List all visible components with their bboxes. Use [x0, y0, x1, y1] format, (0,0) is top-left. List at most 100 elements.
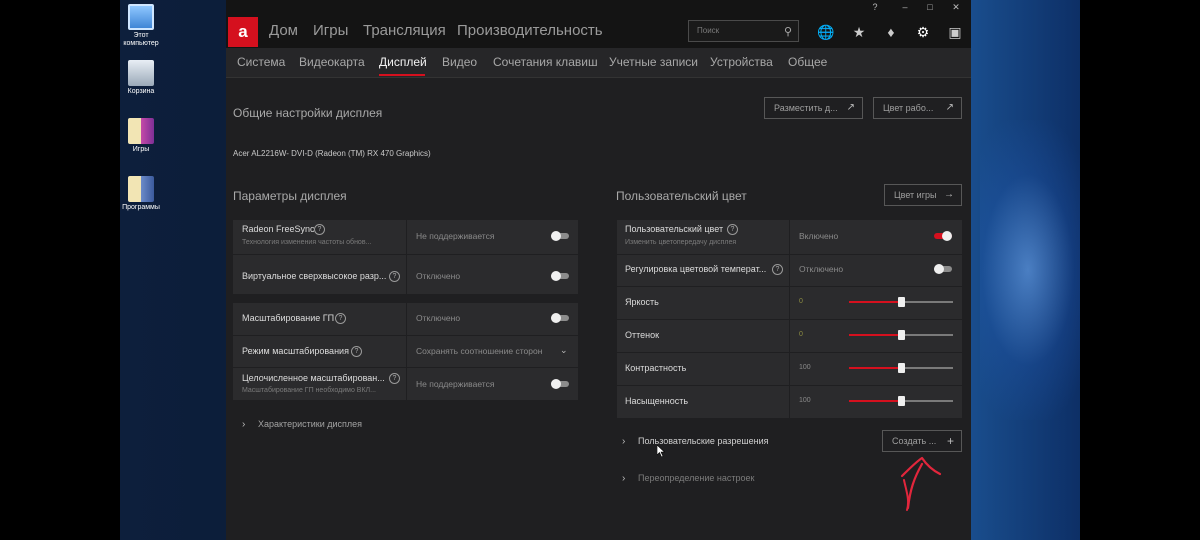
slider-handle[interactable]: [898, 363, 905, 373]
desktop-icon-games[interactable]: Игры: [120, 118, 162, 154]
hand-drawn-arrow-annotation: [900, 456, 942, 511]
slider-handle[interactable]: [898, 297, 905, 307]
close-button[interactable]: ✕: [945, 0, 967, 14]
chevron-right-icon: ›: [622, 436, 626, 447]
desktop-icon-this-pc[interactable]: Этот компьютер: [120, 4, 162, 48]
nav-performance[interactable]: Производительность: [457, 22, 603, 39]
tab-general[interactable]: Общее: [788, 55, 827, 69]
scaling-mode-title: Режим масштабирования: [242, 346, 349, 356]
custom-color-toggle[interactable]: [934, 231, 952, 241]
vsr-toggle[interactable]: [551, 271, 569, 281]
slider-handle[interactable]: [898, 330, 905, 340]
desktop-icon-recycle-bin[interactable]: Корзина: [120, 60, 162, 96]
external-link-icon: ↗: [846, 102, 855, 113]
tab-display[interactable]: Дисплей: [379, 55, 427, 69]
desktop-icon-label: Корзина: [127, 88, 155, 95]
desktop-icon-label: Игры: [132, 146, 150, 153]
help-icon[interactable]: ?: [335, 313, 346, 324]
slider-title: Насыщенность: [625, 396, 689, 406]
desktop-color-label: Цвет рабо...: [883, 103, 934, 113]
nav-home[interactable]: Дом: [269, 22, 298, 39]
params-card-2: Масштабирование ГП ? Отключено Режим мас…: [233, 303, 578, 400]
integer-scaling-title: Целочисленное масштабирован...: [242, 373, 385, 383]
slider-title: Оттенок: [625, 330, 660, 340]
minimize-button[interactable]: –: [894, 0, 916, 14]
tab-hotkeys[interactable]: Сочетания клавиш: [493, 55, 598, 69]
scaling-mode-value: Сохранять соотношение сторон: [416, 346, 543, 356]
override-settings-expander[interactable]: › Переопределение настроек: [622, 473, 754, 484]
help-icon[interactable]: ?: [351, 346, 362, 357]
freesync-title: Radeon FreeSync: [242, 224, 315, 234]
title-bar: ? – □ ✕: [226, 0, 971, 14]
slider-value: 0: [799, 331, 803, 338]
search-icon: ⚲: [783, 26, 792, 38]
chevron-right-icon: ›: [242, 419, 246, 430]
star-icon[interactable]: ★: [850, 23, 868, 41]
slider-title: Контрастность: [625, 363, 687, 373]
help-icon[interactable]: ?: [389, 271, 400, 282]
tab-video[interactable]: Видео: [442, 55, 477, 69]
contrast-slider[interactable]: [849, 363, 953, 373]
help-icon[interactable]: ?: [727, 224, 738, 235]
maximize-button[interactable]: □: [919, 0, 941, 14]
brightness-slider[interactable]: [849, 297, 953, 307]
tab-system[interactable]: Система: [237, 55, 285, 69]
create-resolution-label: Создать ...: [892, 436, 937, 446]
help-icon[interactable]: ?: [772, 264, 783, 275]
plus-icon: +: [946, 434, 954, 448]
computer-icon: [128, 4, 154, 30]
create-resolution-button[interactable]: Создать ... +: [882, 430, 962, 452]
chevron-down-icon: ⌄: [560, 345, 568, 355]
layout-icon[interactable]: ▣: [946, 23, 964, 41]
desktop-icon-label: Программы: [122, 204, 160, 211]
custom-resolutions-expander[interactable]: › Пользовательские разрешения: [622, 436, 769, 447]
help-icon[interactable]: ?: [314, 224, 325, 235]
gear-icon[interactable]: ⚙: [914, 23, 932, 41]
hue-slider[interactable]: [849, 330, 953, 340]
tab-graphics[interactable]: Видеокарта: [299, 55, 365, 69]
help-icon[interactable]: ?: [389, 373, 400, 384]
tab-accounts[interactable]: Учетные записи: [609, 55, 698, 69]
override-settings-label: Переопределение настроек: [638, 473, 755, 483]
saturation-slider[interactable]: [849, 396, 953, 406]
mouse-cursor-icon: [657, 445, 665, 457]
desktop-icon-programs[interactable]: Программы: [120, 176, 162, 212]
custom-color-enable-title: Пользовательский цвет: [625, 224, 724, 234]
params-card-1: Radeon FreeSync ? Технология изменения ч…: [233, 220, 578, 294]
integer-scaling-sub: Масштабирование ГП необходимо ВКЛ...: [242, 387, 376, 394]
freesync-toggle[interactable]: [551, 231, 569, 241]
external-link-icon: ↗: [945, 102, 954, 113]
slider-title: Яркость: [625, 297, 659, 307]
gpu-scaling-toggle[interactable]: [551, 313, 569, 323]
scaling-mode-select[interactable]: Сохранять соотношение сторон ⌄: [407, 336, 578, 367]
nav-streaming[interactable]: Трансляция: [363, 22, 446, 39]
game-color-button[interactable]: Цвет игры →: [884, 184, 962, 206]
arrow-right-icon: →: [944, 189, 954, 200]
color-temp-toggle[interactable]: [934, 264, 952, 274]
arrange-displays-button[interactable]: Разместить д... ↗: [764, 97, 863, 119]
integer-scaling-toggle[interactable]: [551, 379, 569, 389]
sub-nav: Система Видеокарта Дисплей Видео Сочетан…: [226, 48, 971, 78]
slider-handle[interactable]: [898, 396, 905, 406]
gpu-scaling-value: Отключено: [416, 313, 461, 323]
folder-shortcut-icon: [128, 118, 154, 144]
display-characteristics-expander[interactable]: › Характеристики дисплея: [242, 419, 362, 430]
search-input[interactable]: Поиск ⚲: [688, 20, 799, 42]
bell-icon[interactable]: ♦: [882, 23, 900, 41]
general-settings-title: Общие настройки дисплея: [233, 106, 383, 120]
help-button[interactable]: ?: [864, 0, 886, 14]
freesync-sub: Технология изменения частоты обнов...: [242, 239, 372, 246]
desktop-color-button[interactable]: Цвет рабо... ↗: [873, 97, 962, 119]
vsr-title: Виртуальное сверхвысокое разр...: [242, 271, 387, 281]
globe-icon[interactable]: 🌐: [817, 23, 835, 41]
color-temp-title: Регулировка цветовой температ...: [625, 264, 767, 274]
tab-devices[interactable]: Устройства: [710, 55, 773, 69]
monitor-name: Acer AL2216W- DVI-D (Radeon (TM) RX 470 …: [233, 149, 431, 158]
display-characteristics-label: Характеристики дисплея: [258, 419, 363, 429]
amd-logo[interactable]: a: [228, 17, 258, 47]
nav-games[interactable]: Игры: [313, 22, 348, 39]
slider-value: 100: [799, 364, 811, 371]
screen: Этот компьютер Корзина Игры Программы ? …: [0, 0, 1200, 540]
slider-value: 0: [799, 298, 803, 305]
top-nav: a Дом Игры Трансляция Производительность…: [226, 14, 971, 48]
